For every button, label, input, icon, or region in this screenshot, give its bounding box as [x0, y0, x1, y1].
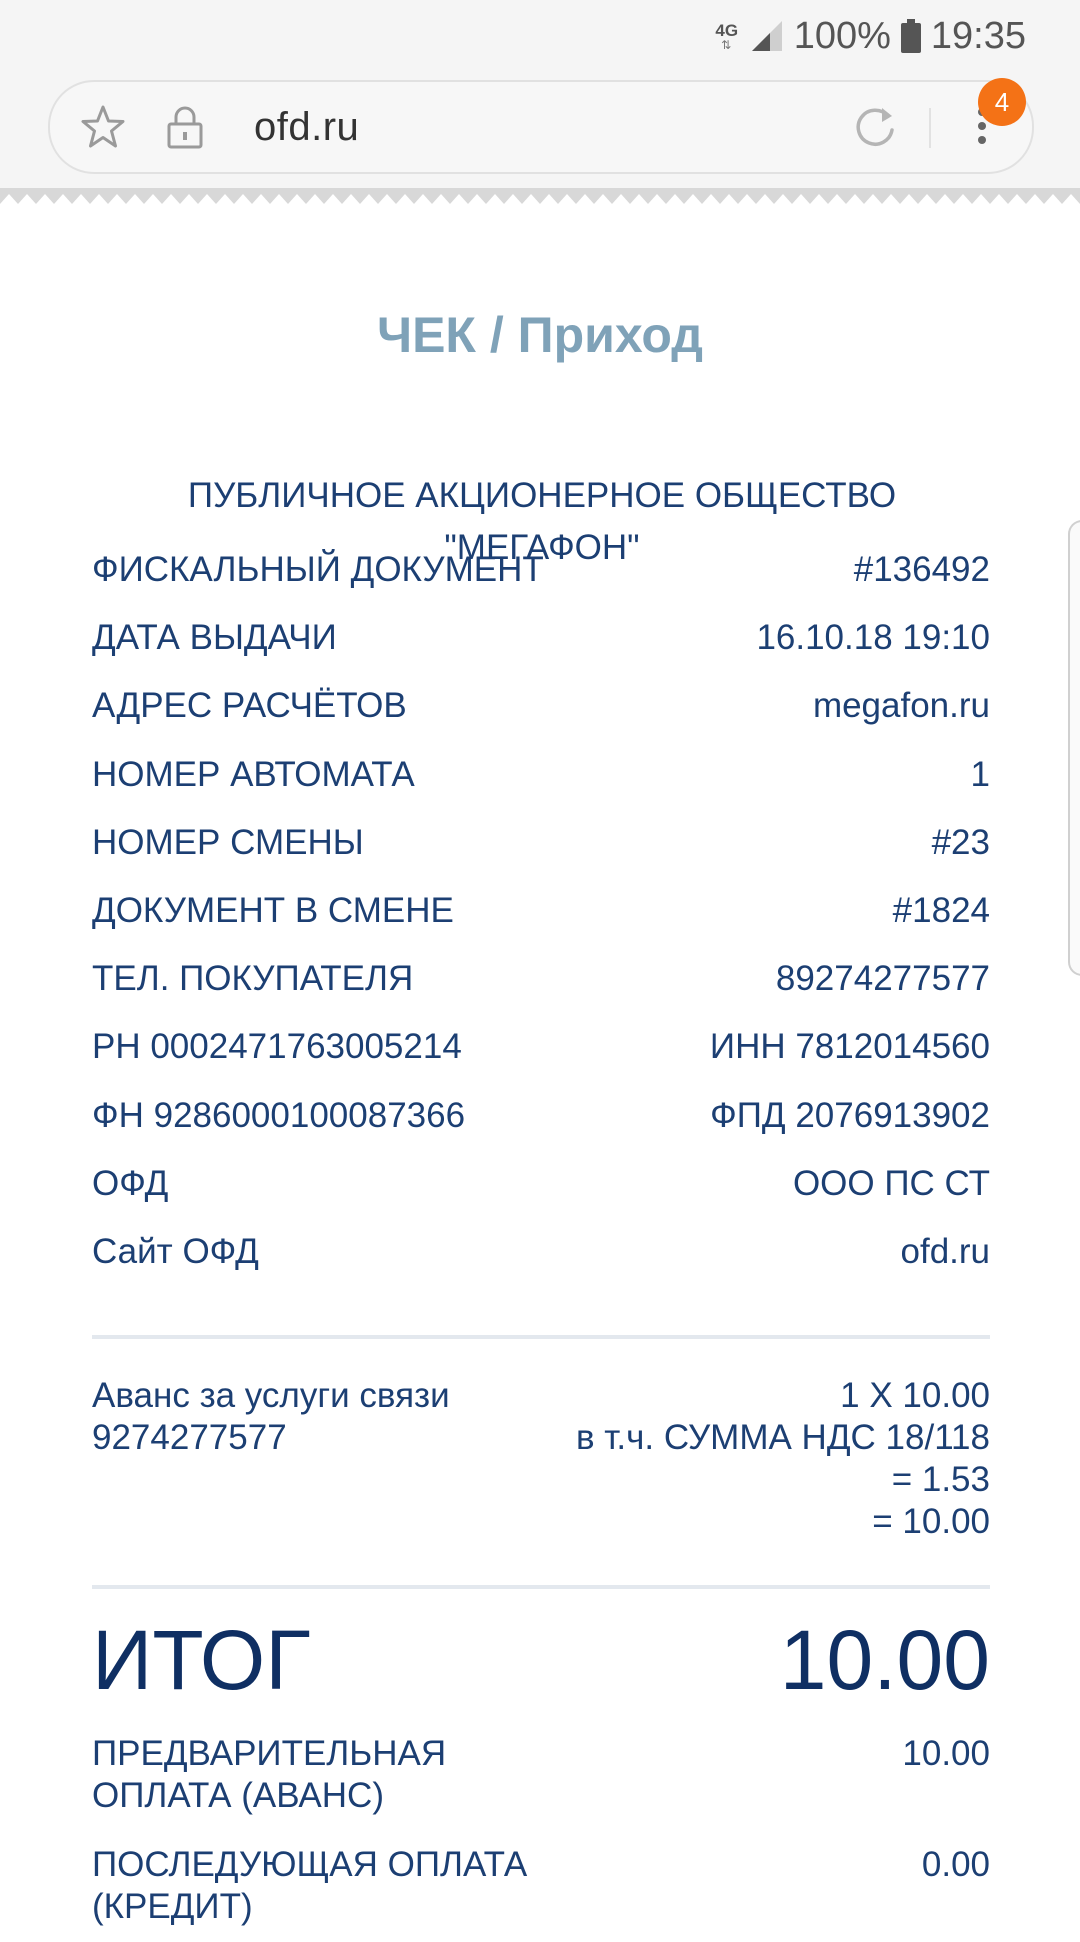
info-row-machine-number: НОМЕР АВТОМАТА 1: [92, 741, 990, 809]
info-row-buyer-phone: ТЕЛ. ПОКУПАТЕЛЯ 89274277577: [92, 945, 990, 1013]
total-label: ИТОГ: [92, 1613, 311, 1707]
battery-percent: 100%: [793, 14, 891, 57]
info-label: ФИСКАЛЬНЫЙ ДОКУМЕНТ: [92, 550, 544, 590]
payment-value: 10.00: [902, 1734, 990, 1773]
total-value: 10.00: [779, 1613, 990, 1707]
total-row: ИТОГ 10.00: [92, 1610, 990, 1710]
info-row-settlement-address: АДРЕС РАСЧЁТОВ megafon.ru: [92, 672, 990, 740]
info-row-document-in-shift: ДОКУМЕНТ В СМЕНЕ #1824: [92, 877, 990, 945]
info-row-fn-fpd: ФН 9286000100087366 ФПД 2076913902: [92, 1082, 990, 1150]
battery-icon: [900, 19, 921, 53]
item-name-line2: 9274277577: [92, 1418, 287, 1457]
payment-label-line2: (КРЕДИТ): [92, 1887, 253, 1926]
receipt-torn-edge: [0, 188, 1080, 212]
payment-value: 0.00: [921, 1845, 990, 1884]
item-name-line1: Аванс за услуги связи: [92, 1376, 450, 1415]
divider: [92, 1335, 990, 1339]
item-vat-label: в т.ч. СУММА НДС 18/118: [575, 1418, 990, 1457]
status-bar: 4G ⇅ 100% 19:35: [0, 0, 1080, 72]
info-value: ИНН 7812014560: [709, 1027, 990, 1067]
info-value: 16.10.18 19:10: [756, 618, 990, 658]
item-vat-value: = 1.53: [891, 1460, 990, 1499]
info-value: #136492: [853, 550, 990, 590]
info-value: ФПД 2076913902: [710, 1095, 990, 1135]
info-label: НОМЕР АВТОМАТА: [92, 754, 415, 794]
info-label: НОМЕР СМЕНЫ: [92, 822, 364, 862]
info-label: РН 0002471763005214: [92, 1027, 462, 1067]
info-row-shift-number: НОМЕР СМЕНЫ #23: [92, 809, 990, 877]
item-qty-price: 1 X 10.00: [840, 1376, 990, 1415]
info-value: ООО ПС СТ: [792, 1163, 990, 1203]
info-row-rn-inn: РН 0002471763005214 ИНН 7812014560: [92, 1013, 990, 1081]
signal-icon: [751, 21, 782, 51]
toolbar-separator: [929, 108, 931, 148]
info-label: АДРЕС РАСЧЁТОВ: [92, 686, 407, 726]
divider: [92, 1585, 990, 1589]
info-value: 1: [970, 754, 990, 794]
address-bar[interactable]: ofd.ru 4: [48, 78, 1034, 174]
receipt-item: Аванс за услуги связи 9274277577 1 X 10.…: [92, 1375, 990, 1543]
data-arrows-icon: ⇅: [721, 37, 733, 52]
notification-badge[interactable]: 4: [978, 78, 1026, 126]
payment-label-line2: ОПЛАТА (АВАНС): [92, 1776, 384, 1815]
item-name: Аванс за услуги связи 9274277577: [92, 1375, 450, 1543]
info-row-ofd: ОФД ООО ПС СТ: [92, 1150, 990, 1218]
info-row-fiscal-document: ФИСКАЛЬНЫЙ ДОКУМЕНТ #136492: [92, 536, 990, 604]
info-label: ДОКУМЕНТ В СМЕНЕ: [92, 891, 454, 931]
info-value: megafon.ru: [812, 686, 990, 726]
payment-label: ПРЕДВАРИТЕЛЬНАЯ ОПЛАТА (АВАНС): [92, 1733, 446, 1817]
status-indicators: 4G ⇅ 100% 19:35: [714, 12, 1026, 60]
payment-label-line1: ПОСЛЕДУЮЩАЯ ОПЛАТА: [92, 1845, 528, 1884]
browser-toolbar: ofd.ru 4: [0, 72, 1080, 190]
info-value: #1824: [892, 891, 990, 931]
url-text[interactable]: ofd.ru: [254, 102, 359, 152]
receipt-info-list: ФИСКАЛЬНЫЙ ДОКУМЕНТ #136492 ДАТА ВЫДАЧИ …: [92, 536, 990, 1286]
payment-label: ПОСЛЕДУЮЩАЯ ОПЛАТА (КРЕДИТ): [92, 1844, 527, 1928]
payment-row-prepaid: ПРЕДВАРИТЕЛЬНАЯ ОПЛАТА (АВАНС) 10.00: [92, 1733, 990, 1817]
info-label: ФН 9286000100087366: [92, 1095, 466, 1135]
info-label: ОФД: [92, 1163, 169, 1203]
item-amounts: 1 X 10.00 в т.ч. СУММА НДС 18/118 = 1.53…: [576, 1375, 990, 1543]
receipt-title: ЧЕК / Приход: [376, 307, 704, 363]
item-sum: = 10.00: [872, 1502, 990, 1541]
info-label: ТЕЛ. ПОКУПАТЕЛЯ: [92, 959, 414, 999]
network-type: 4G: [715, 20, 739, 40]
clock: 19:35: [930, 14, 1026, 57]
reload-icon[interactable]: [852, 104, 898, 150]
payment-row-credit: ПОСЛЕДУЮЩАЯ ОПЛАТА (КРЕДИТ) 0.00: [92, 1844, 990, 1928]
info-value: ofd.ru: [900, 1231, 991, 1271]
info-label: Сайт ОФД: [92, 1231, 259, 1271]
info-row-issue-date: ДАТА ВЫДАЧИ 16.10.18 19:10: [92, 604, 990, 672]
scroll-handle[interactable]: [1068, 520, 1080, 976]
network-indicator: 4G ⇅: [714, 22, 740, 51]
payment-label-line1: ПРЕДВАРИТЕЛЬНАЯ: [92, 1734, 447, 1773]
info-row-ofd-site: Сайт ОФД ofd.ru: [92, 1218, 990, 1286]
info-value: #23: [931, 822, 990, 862]
bookmark-star-icon[interactable]: [80, 104, 126, 150]
info-value: 89274277577: [775, 959, 990, 999]
info-label: ДАТА ВЫДАЧИ: [92, 618, 337, 658]
lock-icon[interactable]: [162, 104, 208, 150]
